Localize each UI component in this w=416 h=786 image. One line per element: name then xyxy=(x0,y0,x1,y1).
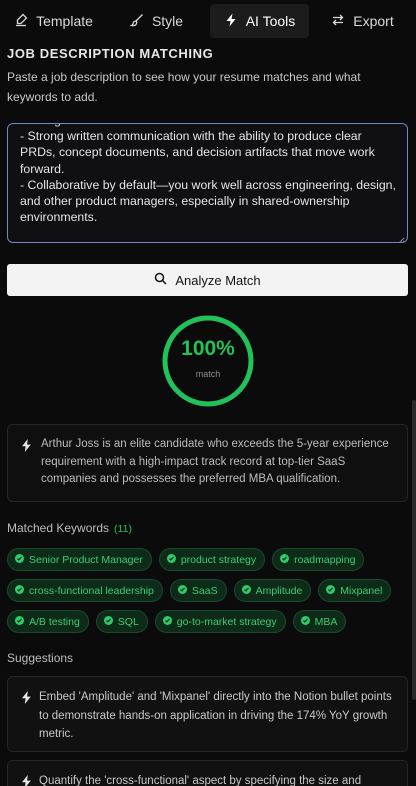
keyword-chip-label: Senior Product Manager xyxy=(29,553,143,566)
check-circle-icon xyxy=(103,615,113,628)
keyword-chip-label: Mixpanel xyxy=(340,584,383,597)
matched-keywords-heading: Matched Keywords (11) xyxy=(7,521,132,535)
match-score-arc xyxy=(162,315,254,407)
keyword-chip: cross-functional leadership xyxy=(7,579,163,602)
paint-brush-icon xyxy=(129,13,144,30)
bolt-icon xyxy=(224,13,238,30)
check-circle-icon xyxy=(241,584,251,597)
check-circle-icon xyxy=(300,615,310,628)
matched-keywords-list: Senior Product Manager product strategy ro… xyxy=(7,548,410,633)
suggestion-text: Quantify the 'cross-functional' aspect b… xyxy=(39,775,362,786)
suggestions-title: Suggestions xyxy=(7,651,74,665)
check-circle-icon xyxy=(162,615,172,628)
keyword-chip: SQL xyxy=(95,610,148,633)
match-score-label: match xyxy=(195,369,221,379)
keyword-chip-label: A/B testing xyxy=(29,615,80,628)
keyword-chip-label: Amplitude xyxy=(255,584,303,597)
section-description: Paste a job description to see how your … xyxy=(7,70,361,104)
tab-template-label: Template xyxy=(36,13,93,29)
export-icon xyxy=(331,13,345,30)
suggestion-card: Quantify the 'cross-functional' aspect b… xyxy=(7,760,408,786)
tab-ai-tools-label: AI Tools xyxy=(245,13,296,29)
check-circle-icon xyxy=(326,584,336,597)
bolt-icon xyxy=(21,691,32,704)
matched-keywords-title: Matched Keywords xyxy=(7,521,110,535)
keyword-chip: product strategy xyxy=(158,548,266,571)
tab-ai-tools[interactable]: AI Tools xyxy=(210,4,309,38)
match-summary-card: Arthur Joss is an elite candidate who ex… xyxy=(7,424,408,502)
analyze-match-button[interactable]: Analyze Match xyxy=(7,264,408,296)
match-summary-text: Arthur Joss is an elite candidate who ex… xyxy=(41,438,389,486)
tab-style[interactable]: Style xyxy=(107,4,206,38)
check-circle-icon xyxy=(177,584,187,597)
keyword-chip: Amplitude xyxy=(233,579,312,602)
matched-keywords-count: (11) xyxy=(114,523,132,535)
suggestion-card: Embed 'Amplitude' and 'Mixpanel' directl… xyxy=(7,676,408,752)
bolt-icon xyxy=(21,775,32,786)
analyze-match-label: Analyze Match xyxy=(175,272,261,288)
job-description-textarea[interactable]: framing. - Strong written communication … xyxy=(7,123,408,243)
tab-template[interactable]: Template xyxy=(4,4,103,38)
keyword-chip-label: product strategy xyxy=(180,553,257,566)
search-icon xyxy=(154,272,167,288)
check-circle-icon xyxy=(280,553,290,566)
scrollbar[interactable] xyxy=(412,400,416,700)
suggestion-text: Embed 'Amplitude' and 'Mixpanel' directl… xyxy=(39,691,392,740)
keyword-chip-label: MBA xyxy=(314,615,338,628)
keyword-chip-label: cross-functional leadership xyxy=(29,584,154,597)
match-score-value: 100% xyxy=(181,337,235,360)
keyword-chip: MBA xyxy=(292,610,347,633)
tab-export[interactable]: Export xyxy=(313,4,412,38)
keyword-chip: go-to-market strategy xyxy=(154,610,286,633)
check-circle-icon xyxy=(166,553,176,566)
keyword-chip-label: SaaS xyxy=(191,584,218,597)
resize-handle-icon[interactable] xyxy=(397,232,405,242)
tab-style-label: Style xyxy=(151,13,184,29)
section-title: JOB DESCRIPTION MATCHING xyxy=(7,46,214,61)
keyword-chip: Senior Product Manager xyxy=(7,548,152,571)
keyword-chip: Mixpanel xyxy=(318,579,392,602)
job-description-text: framing. - Strong written communication … xyxy=(20,124,396,225)
brush-icon xyxy=(14,13,28,30)
tab-bar: Template Style AI Tools Export xyxy=(4,4,412,38)
keyword-chip-label: roadmapping xyxy=(294,553,356,566)
check-circle-icon xyxy=(15,584,24,597)
keyword-chip: SaaS xyxy=(169,579,227,602)
tab-export-label: Export xyxy=(353,13,394,29)
check-circle-icon xyxy=(15,553,24,566)
check-circle-icon xyxy=(15,615,24,628)
match-score-ring: 100% match xyxy=(160,313,256,409)
keyword-chip-label: go-to-market strategy xyxy=(176,615,277,628)
keyword-chip: A/B testing xyxy=(7,610,89,633)
match-score-ring-graphic xyxy=(162,315,254,407)
keyword-chip-label: SQL xyxy=(117,615,139,628)
keyword-chip: roadmapping xyxy=(272,548,365,571)
bolt-icon xyxy=(21,439,32,452)
